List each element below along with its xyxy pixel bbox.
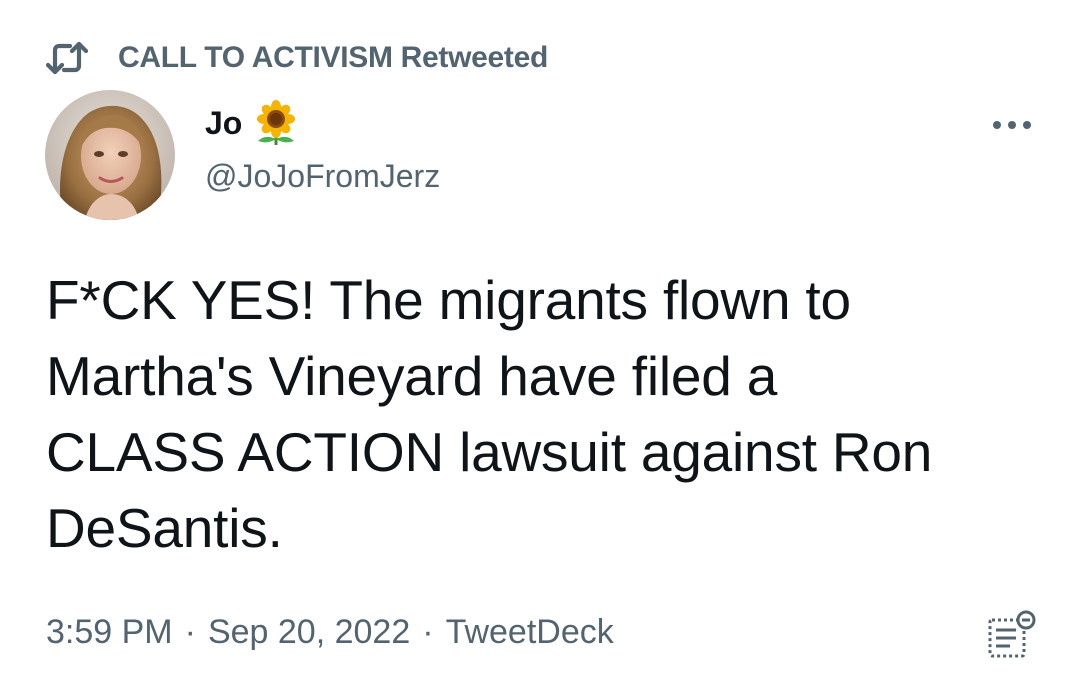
meta-separator: · <box>184 612 196 651</box>
retweet-icon <box>45 38 89 78</box>
tweet-line: Martha's Vineyard have filed a <box>46 345 778 407</box>
meta-separator: · <box>422 612 434 651</box>
analytics-button[interactable] <box>984 608 1038 662</box>
avatar[interactable] <box>45 90 175 220</box>
retweet-label: CALL TO ACTIVISM Retweeted <box>118 41 549 74</box>
sunflower-icon <box>252 99 300 147</box>
more-horizontal-icon <box>992 117 1032 135</box>
tweet-line: CLASS ACTION lawsuit against Ron <box>46 421 933 483</box>
tweet-line: F*CK YES! The migrants flown to <box>46 269 851 331</box>
tweet-line: DeSantis. <box>46 497 283 559</box>
tweet-meta: 3:59 PM · Sep 20, 2022 · TweetDeck <box>46 608 614 656</box>
tweet-text: F*CK YES! The migrants flown to Martha's… <box>46 262 1056 566</box>
tweet-date[interactable]: Sep 20, 2022 <box>208 613 410 652</box>
author-name-row[interactable]: Jo <box>205 98 300 148</box>
display-name[interactable]: Jo <box>205 105 242 142</box>
tweet-source[interactable]: TweetDeck <box>446 613 614 652</box>
analytics-icon <box>984 610 1038 666</box>
author-handle[interactable]: @JoJoFromJerz <box>205 158 440 195</box>
retweet-header[interactable]: CALL TO ACTIVISM Retweeted <box>45 36 549 80</box>
more-button[interactable] <box>986 106 1038 146</box>
tweet-time[interactable]: 3:59 PM <box>46 613 173 652</box>
